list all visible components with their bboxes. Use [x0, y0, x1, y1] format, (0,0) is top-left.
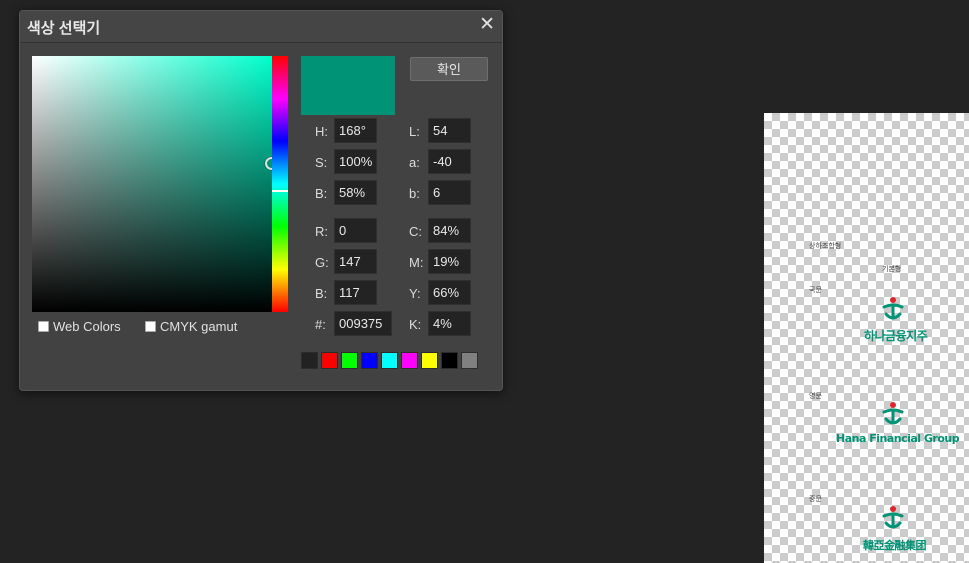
dialog-title: 색상 선택기: [27, 20, 101, 37]
swatch-green[interactable]: [341, 352, 358, 369]
label-chinese: 중문: [809, 495, 822, 503]
close-icon[interactable]: ✕: [479, 15, 495, 35]
ok-button[interactable]: 확인: [410, 57, 488, 81]
logo-text-chinese: 韓亞金融集团: [863, 539, 927, 552]
blue-input[interactable]: 117: [334, 280, 377, 305]
web-colors-checkbox[interactable]: [38, 321, 49, 332]
cyan-input[interactable]: 84%: [428, 218, 471, 243]
saturation-input[interactable]: 100%: [334, 149, 377, 174]
dialog-titlebar[interactable]: 색상 선택기 ✕: [20, 11, 502, 43]
swatch-magenta[interactable]: [401, 352, 418, 369]
color-picker-dialog: 색상 선택기 ✕ Web Colors CMYK gamut 확인 H: 168…: [19, 10, 503, 391]
magenta-input[interactable]: 19%: [428, 249, 471, 274]
hana-logo-icon: [882, 402, 904, 425]
hue-input[interactable]: 168°: [334, 118, 377, 143]
saturation-brightness-field[interactable]: [32, 56, 278, 312]
label-combined-layout: 상하조합형: [809, 242, 842, 250]
label-english: 영문: [809, 392, 822, 400]
cmyk-gamut-option[interactable]: CMYK gamut: [145, 319, 237, 334]
lab-b-input[interactable]: 6: [428, 180, 471, 205]
web-colors-option[interactable]: Web Colors: [38, 319, 121, 334]
document-canvas[interactable]: 상하조합형 기본형 국문 영문 중문 하나금융지주 Hana Financial…: [764, 113, 969, 563]
cmyk-gamut-label: CMYK gamut: [160, 319, 238, 334]
hex-input[interactable]: 009375: [334, 311, 392, 336]
cmyk-gamut-checkbox[interactable]: [145, 321, 156, 332]
logo-text-korean: 하나금융지주: [864, 329, 928, 343]
web-colors-label: Web Colors: [53, 319, 121, 334]
hana-logo-icon: [882, 506, 904, 529]
swatch-black[interactable]: [441, 352, 458, 369]
brightness-input[interactable]: 58%: [334, 180, 377, 205]
swatch-red[interactable]: [321, 352, 338, 369]
hue-slider[interactable]: [272, 56, 288, 312]
lab-a-input[interactable]: -40: [428, 149, 471, 174]
black-input[interactable]: 4%: [428, 311, 471, 336]
swatch-dark-gray[interactable]: [301, 352, 318, 369]
swatch-gray[interactable]: [461, 352, 478, 369]
swatch-blue[interactable]: [361, 352, 378, 369]
hana-logo-icon: [882, 297, 904, 320]
label-korean: 국문: [809, 286, 822, 294]
green-input[interactable]: 147: [334, 249, 377, 274]
yellow-input[interactable]: 66%: [428, 280, 471, 305]
logo-text-english: Hana Financial Group: [836, 432, 960, 445]
label-basic-type: 기본형: [882, 265, 902, 273]
swatch-yellow[interactable]: [421, 352, 438, 369]
lab-l-input[interactable]: 54: [428, 118, 471, 143]
hue-slider-marker[interactable]: [272, 190, 288, 192]
red-input[interactable]: 0: [334, 218, 377, 243]
swatch-cyan[interactable]: [381, 352, 398, 369]
new-color-preview: [301, 56, 395, 115]
